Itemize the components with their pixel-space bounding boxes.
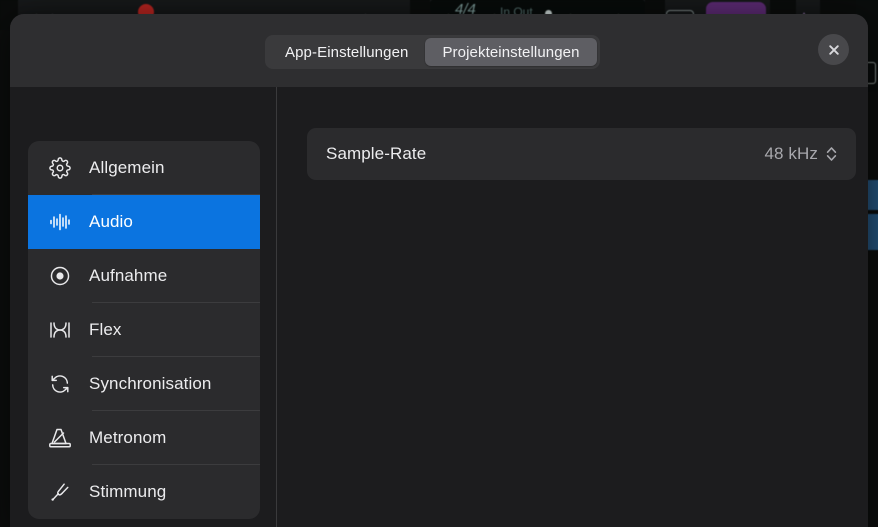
- screen: 4/4 In Out △ App-Einstellungen Projektei…: [0, 0, 878, 527]
- sidebar-item-label: Audio: [89, 212, 133, 231]
- tuning-fork-icon: [45, 478, 75, 506]
- sidebar-item-synchronisation[interactable]: Synchronisation: [28, 357, 260, 411]
- sidebar-item-label: Synchronisation: [89, 374, 212, 393]
- project-settings-panel: App-Einstellungen Projekteinstellungen A…: [10, 14, 868, 527]
- sidebar-item-label: Stimmung: [89, 482, 167, 501]
- sidebar-item-label: Flex: [89, 320, 122, 339]
- gear-icon: [45, 154, 75, 182]
- tab-project-settings[interactable]: Projekteinstellungen: [425, 38, 597, 66]
- sidebar-item-label: Allgemein: [89, 158, 165, 177]
- settings-scope-segmented-control[interactable]: App-Einstellungen Projekteinstellungen: [265, 35, 600, 69]
- sidebar-item-allgemein[interactable]: Allgemein: [28, 141, 260, 195]
- settings-content-area: Sample-Rate 48 kHz: [298, 87, 868, 527]
- sidebar-item-label: Aufnahme: [89, 266, 168, 285]
- setting-row-sample-rate[interactable]: Sample-Rate 48 kHz: [307, 128, 856, 180]
- waveform-icon: [45, 208, 75, 236]
- setting-label: Sample-Rate: [326, 144, 427, 163]
- metronome-icon: [45, 424, 75, 452]
- settings-sidebar: Allgemein Audio Aufnahme Flex Synchronis…: [28, 141, 260, 519]
- setting-value: 48 kHz: [764, 144, 818, 163]
- panel-body: Allgemein Audio Aufnahme Flex Synchronis…: [10, 87, 868, 527]
- close-button[interactable]: [818, 34, 849, 65]
- chevron-up-down-icon[interactable]: [826, 145, 837, 163]
- sidebar-item-audio[interactable]: Audio: [28, 195, 260, 249]
- sync-icon: [45, 370, 75, 398]
- sidebar-item-metronom[interactable]: Metronom: [28, 411, 260, 465]
- flex-icon: [45, 316, 75, 344]
- sample-rate-stepper[interactable]: 48 kHz: [764, 144, 837, 164]
- close-icon: [827, 43, 841, 57]
- sidebar-content-divider: [276, 87, 277, 527]
- panel-header: App-Einstellungen Projekteinstellungen: [10, 14, 868, 88]
- sidebar-item-aufnahme[interactable]: Aufnahme: [28, 249, 260, 303]
- tab-app-settings[interactable]: App-Einstellungen: [268, 38, 425, 66]
- sidebar-item-flex[interactable]: Flex: [28, 303, 260, 357]
- sidebar-item-label: Metronom: [89, 428, 167, 447]
- record-icon: [45, 262, 75, 290]
- sidebar-item-stimmung[interactable]: Stimmung: [28, 465, 260, 519]
